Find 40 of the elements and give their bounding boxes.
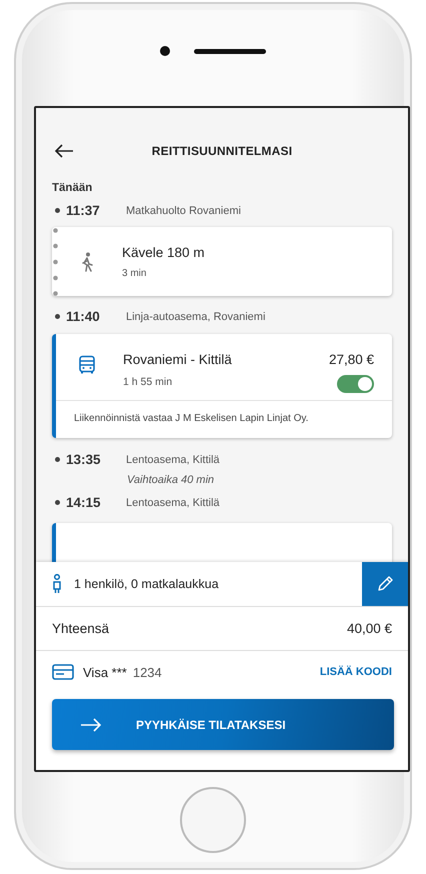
stop-dot xyxy=(55,457,60,462)
stop-time: 11:40 xyxy=(66,309,101,324)
credit-card-icon xyxy=(52,664,74,680)
stop-place: Linja-autoasema, Rovaniemi xyxy=(126,310,266,322)
stop-time: 14:15 xyxy=(66,495,102,510)
arrow-icon xyxy=(80,718,102,732)
total-label: Yhteensä xyxy=(52,621,110,636)
camera-dot xyxy=(160,46,170,56)
transfer-time: Vaihtoaika 40 min xyxy=(127,474,214,486)
stop-time: 13:35 xyxy=(66,452,102,467)
dotted-line xyxy=(53,228,58,296)
bus-icon xyxy=(77,355,97,375)
stop-dot xyxy=(55,208,60,213)
pencil-icon xyxy=(376,575,394,593)
stop-time: 11:37 xyxy=(66,203,101,218)
route-name: Rovaniemi - Kittilä xyxy=(123,352,233,367)
ride-price: 27,80 € xyxy=(328,352,374,367)
total-price: 40,00 € xyxy=(346,621,392,636)
walking-person-icon xyxy=(79,252,95,272)
edit-button[interactable] xyxy=(362,562,408,606)
add-code-link[interactable]: LISÄÄ KOODI xyxy=(320,666,392,678)
person-icon xyxy=(52,574,62,594)
operator-note: Liikennöinnistä vastaa J M Eskelisen Lapin Linjat Oy. xyxy=(73,412,308,426)
payment-method: Visa *** xyxy=(83,664,127,680)
speaker-grille xyxy=(194,48,266,54)
passenger-summary: 1 henkilö, 0 matkalaukkua xyxy=(74,577,220,591)
ride-duration: 1 h 55 min xyxy=(123,376,174,388)
walk-distance: Kävele 180 m xyxy=(122,244,205,260)
stop-dot xyxy=(55,500,60,505)
card-number: 1234 xyxy=(132,664,163,680)
swipe-button[interactable]: PYYHKÄISE TILATAKSESI xyxy=(52,699,394,750)
stop-place: Lentoasema, Kittilä xyxy=(126,496,220,508)
stop-place: Lentoasema, Kittilä xyxy=(126,454,220,466)
toggle-switch[interactable] xyxy=(337,375,374,393)
back-icon[interactable] xyxy=(54,144,74,158)
walk-duration: 3 min xyxy=(122,268,148,278)
day-label: Tänään xyxy=(52,182,92,194)
page-title: REITTISUUNNITELMASI xyxy=(152,144,292,158)
stop-dot xyxy=(55,314,60,319)
stop-place: Matkahuolto Rovaniemi xyxy=(126,204,241,216)
